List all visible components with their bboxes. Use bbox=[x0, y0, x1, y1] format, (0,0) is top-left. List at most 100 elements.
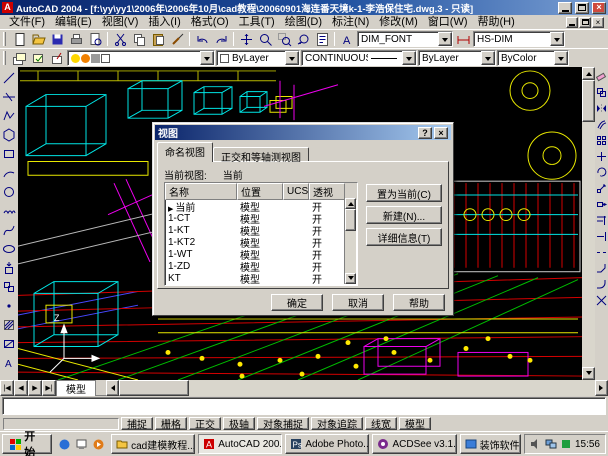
toolbar-grip[interactable] bbox=[3, 51, 6, 65]
fillet-button[interactable] bbox=[596, 276, 608, 292]
text-style-button[interactable]: A bbox=[338, 31, 356, 48]
toggle-ortho[interactable]: 正交 bbox=[189, 417, 221, 430]
taskbar-item-acdsee[interactable]: ACDSee v3.1... bbox=[372, 434, 456, 454]
internet-explorer-icon[interactable] bbox=[57, 437, 72, 452]
lineweight-dropdown-button[interactable] bbox=[481, 51, 495, 65]
vertical-scroll-thumb[interactable] bbox=[582, 80, 595, 122]
horizontal-scroll-track[interactable] bbox=[189, 380, 595, 396]
mirror-button[interactable] bbox=[596, 100, 608, 116]
show-desktop-icon[interactable] bbox=[74, 437, 89, 452]
cut-button[interactable] bbox=[111, 31, 129, 48]
menu-item-insert[interactable]: 插入(I) bbox=[143, 16, 185, 29]
tab-model[interactable]: 模型 bbox=[56, 380, 96, 396]
arc-button[interactable] bbox=[1, 163, 18, 182]
chamfer-button[interactable] bbox=[596, 260, 608, 276]
horizontal-scrollbar[interactable] bbox=[106, 380, 608, 396]
menu-item-tools[interactable]: 工具(T) bbox=[234, 16, 280, 29]
paste-button[interactable] bbox=[149, 31, 167, 48]
column-header-location[interactable]: 位置 bbox=[237, 183, 283, 200]
doc-close-button[interactable]: × bbox=[592, 17, 604, 28]
last-tab-button[interactable]: ▶| bbox=[42, 380, 56, 396]
make-block-button[interactable] bbox=[1, 277, 18, 296]
menu-item-file[interactable]: 文件(F) bbox=[4, 16, 50, 29]
taskbar-item-autocad[interactable]: A AutoCAD 200... bbox=[198, 434, 282, 454]
toggle-lineweight[interactable]: 线宽 bbox=[365, 417, 397, 430]
hatch-button[interactable] bbox=[1, 315, 18, 334]
close-button[interactable]: × bbox=[592, 2, 606, 14]
copy-button[interactable] bbox=[130, 31, 148, 48]
trim-button[interactable] bbox=[596, 212, 608, 228]
undo-button[interactable] bbox=[193, 31, 211, 48]
circle-button[interactable] bbox=[1, 182, 18, 201]
toggle-model-space[interactable]: 模型 bbox=[399, 417, 431, 430]
explode-button[interactable] bbox=[596, 292, 608, 308]
layer-combo[interactable] bbox=[67, 50, 215, 66]
move-button[interactable] bbox=[596, 148, 608, 164]
list-scroll-track[interactable] bbox=[345, 231, 356, 273]
region-button[interactable] bbox=[1, 334, 18, 353]
toggle-osnap[interactable]: 对象捕捉 bbox=[257, 417, 309, 430]
set-current-button[interactable]: 置为当前(C) bbox=[366, 184, 442, 202]
text-style-dropdown-button[interactable] bbox=[438, 32, 452, 46]
doc-restore-button[interactable] bbox=[579, 17, 591, 28]
column-header-ucs[interactable]: UCS bbox=[283, 183, 309, 200]
scroll-up-button[interactable] bbox=[582, 67, 595, 80]
revision-cloud-button[interactable] bbox=[1, 201, 18, 220]
redo-button[interactable] bbox=[212, 31, 230, 48]
menu-item-view[interactable]: 视图(V) bbox=[97, 16, 144, 29]
plot-style-dropdown-button[interactable] bbox=[554, 51, 568, 65]
minimize-button[interactable] bbox=[558, 2, 572, 14]
lineweight-combo[interactable]: ByLayer bbox=[418, 50, 496, 66]
layer-dropdown-button[interactable] bbox=[200, 51, 214, 65]
array-button[interactable] bbox=[596, 132, 608, 148]
polyline-button[interactable] bbox=[1, 106, 18, 125]
toggle-otrack[interactable]: 对象追踪 bbox=[311, 417, 363, 430]
doc-minimize-button[interactable] bbox=[566, 17, 578, 28]
make-object-layer-current-button[interactable] bbox=[48, 50, 66, 67]
copy-object-button[interactable] bbox=[596, 84, 608, 100]
offset-button[interactable] bbox=[596, 116, 608, 132]
construction-line-button[interactable] bbox=[1, 87, 18, 106]
zoom-window-button[interactable] bbox=[275, 31, 293, 48]
dim-style-combo[interactable]: HS-DIM bbox=[473, 31, 565, 47]
zoom-realtime-button[interactable] bbox=[256, 31, 274, 48]
spline-button[interactable] bbox=[1, 220, 18, 239]
text-style-combo[interactable]: DIM_FONT bbox=[357, 31, 453, 47]
network-icon[interactable] bbox=[545, 438, 557, 450]
match-properties-button[interactable] bbox=[168, 31, 186, 48]
erase-button[interactable] bbox=[596, 68, 608, 84]
zoom-previous-button[interactable] bbox=[294, 31, 312, 48]
menu-item-edit[interactable]: 编辑(E) bbox=[50, 16, 97, 29]
previous-tab-button[interactable]: ◀ bbox=[14, 380, 28, 396]
menu-item-window[interactable]: 窗口(W) bbox=[423, 16, 473, 29]
command-line[interactable] bbox=[2, 397, 606, 415]
dialog-help-button[interactable]: ? bbox=[418, 127, 432, 139]
new-button[interactable] bbox=[10, 31, 28, 48]
horizontal-scroll-thumb[interactable] bbox=[119, 380, 189, 396]
new-view-button[interactable]: 新建(N)... bbox=[366, 206, 442, 224]
layer-states-button[interactable] bbox=[29, 50, 47, 67]
toolbar-grip[interactable] bbox=[3, 32, 6, 46]
line-button[interactable] bbox=[1, 68, 18, 87]
taskbar-item-cad-tutorial[interactable]: cad建模教程... bbox=[111, 434, 195, 454]
polygon-button[interactable] bbox=[1, 125, 18, 144]
ok-button[interactable]: 确定 bbox=[271, 294, 323, 311]
scroll-left-button[interactable] bbox=[106, 380, 119, 396]
insert-block-button[interactable] bbox=[1, 258, 18, 277]
antivirus-icon[interactable] bbox=[560, 438, 572, 450]
views-list-scrollbar[interactable] bbox=[344, 198, 356, 284]
ellipse-button[interactable] bbox=[1, 239, 18, 258]
pan-button[interactable] bbox=[237, 31, 255, 48]
menu-item-help[interactable]: 帮助(H) bbox=[473, 16, 520, 29]
list-scroll-up-button[interactable] bbox=[345, 198, 356, 209]
vertical-scroll-track[interactable] bbox=[582, 122, 595, 367]
menu-item-dimension[interactable]: 标注(N) bbox=[327, 16, 374, 29]
start-button[interactable]: 开始 bbox=[2, 434, 52, 454]
dialog-close-button[interactable]: × bbox=[434, 127, 448, 139]
list-scroll-down-button[interactable] bbox=[345, 273, 356, 284]
plot-button[interactable] bbox=[67, 31, 85, 48]
column-header-perspective[interactable]: 透视 bbox=[309, 183, 345, 200]
first-tab-button[interactable]: |◀ bbox=[0, 380, 14, 396]
tab-orthographic-isometric-views[interactable]: 正交和等轴测视图 bbox=[213, 147, 309, 161]
open-button[interactable] bbox=[29, 31, 47, 48]
